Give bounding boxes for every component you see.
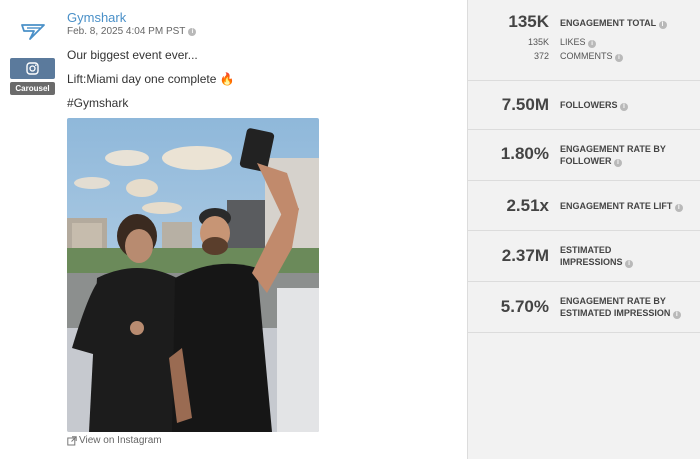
estimated-impressions-label-line2: IMPRESSIONS [560, 257, 623, 267]
post-date-text: Feb. 8, 2025 4:04 PM PST [67, 26, 186, 37]
metric-engagement-rate-follower: 1.80% ENGAGEMENT RATE BY FOLLOWER i [468, 130, 700, 181]
carousel-tag: Carousel [10, 82, 55, 95]
caption-hashtag: #Gymshark [67, 96, 129, 110]
engagement-rate-impression-label: ENGAGEMENT RATE BY ESTIMATED IMPRESSION … [560, 295, 681, 319]
comments-value: 372 [533, 51, 549, 61]
info-icon[interactable]: i [615, 54, 624, 62]
post-image[interactable] [67, 118, 319, 432]
engagement-rate-impression-value: 5.70% [500, 297, 549, 316]
metric-followers: 7.50M FOLLOWERS i [468, 81, 700, 130]
metric-engagement-total: 135K ENGAGEMENT TOTAL i 135K LIKES i 372… [468, 0, 700, 81]
external-link-icon [67, 435, 77, 445]
engagement-rate-lift-label-text: ENGAGEMENT RATE LIFT [560, 201, 673, 211]
info-icon[interactable]: i [625, 260, 634, 268]
info-icon[interactable]: i [672, 311, 681, 319]
estimated-impressions-value: 2.37M [501, 246, 549, 265]
metric-engagement-rate-lift: 2.51x ENGAGEMENT RATE LIFT i [468, 181, 700, 231]
engagement-rate-impression-label-line2: ESTIMATED IMPRESSION [560, 308, 671, 318]
info-icon[interactable]: i [614, 159, 623, 167]
engagement-rate-lift-label: ENGAGEMENT RATE LIFT i [560, 200, 683, 212]
metric-engagement-rate-impression: 5.70% ENGAGEMENT RATE BY ESTIMATED IMPRE… [468, 282, 700, 333]
engagement-rate-follower-label: ENGAGEMENT RATE BY FOLLOWER i [560, 143, 666, 167]
comments-label-text: COMMENTS [560, 51, 613, 61]
info-icon[interactable]: i [188, 27, 197, 36]
engagement-rate-lift-value: 2.51x [506, 196, 549, 215]
metric-estimated-impressions: 2.37M ESTIMATED IMPRESSIONS i [468, 231, 700, 282]
view-on-instagram-link[interactable]: View on Instagram [67, 435, 162, 446]
info-icon[interactable]: i [620, 103, 629, 111]
caption-line-text: Lift:Miami day one complete [67, 72, 217, 86]
post-panel: Carousel Gymshark Feb. 8, 2025 4:04 PM P… [0, 0, 467, 459]
info-icon[interactable]: i [588, 40, 597, 48]
instagram-icon [26, 62, 39, 75]
likes-label: LIKES i [560, 37, 597, 48]
instagram-badge[interactable] [10, 58, 55, 79]
engagement-rate-follower-label-line2: FOLLOWER [560, 156, 612, 166]
caption-line: Lift:Miami day one complete 🔥 [67, 72, 235, 86]
gymshark-logo-icon [21, 24, 45, 40]
engagement-rate-follower-label-line1: ENGAGEMENT RATE BY [560, 144, 666, 154]
likes-label-text: LIKES [560, 37, 586, 47]
engagement-total-value: 135K [508, 12, 549, 31]
followers-label-text: FOLLOWERS [560, 100, 618, 110]
engagement-rate-follower-value: 1.80% [500, 144, 549, 163]
engagement-rate-impression-label-line1: ENGAGEMENT RATE BY [560, 296, 666, 306]
estimated-impressions-label: ESTIMATED IMPRESSIONS i [560, 244, 634, 268]
info-icon[interactable]: i [658, 21, 667, 29]
metrics-panel: 135K ENGAGEMENT TOTAL i 135K LIKES i 372… [467, 0, 700, 459]
engagement-total-label: ENGAGEMENT TOTAL i [560, 17, 667, 29]
view-on-instagram-text: View on Instagram [79, 435, 162, 446]
post-photo-illustration [67, 118, 319, 432]
followers-label: FOLLOWERS i [560, 99, 629, 111]
estimated-impressions-label-line1: ESTIMATED [560, 245, 612, 255]
info-icon[interactable]: i [674, 204, 683, 212]
caption-line: Our biggest event ever... [67, 48, 198, 62]
likes-value: 135K [527, 37, 549, 47]
followers-value: 7.50M [501, 95, 549, 114]
fire-emoji-icon: 🔥 [219, 72, 235, 86]
comments-label: COMMENTS i [560, 51, 624, 62]
post-author-link[interactable]: Gymshark [67, 10, 126, 25]
post-date: Feb. 8, 2025 4:04 PM PST i [67, 26, 197, 37]
engagement-total-label-text: ENGAGEMENT TOTAL [560, 18, 657, 28]
